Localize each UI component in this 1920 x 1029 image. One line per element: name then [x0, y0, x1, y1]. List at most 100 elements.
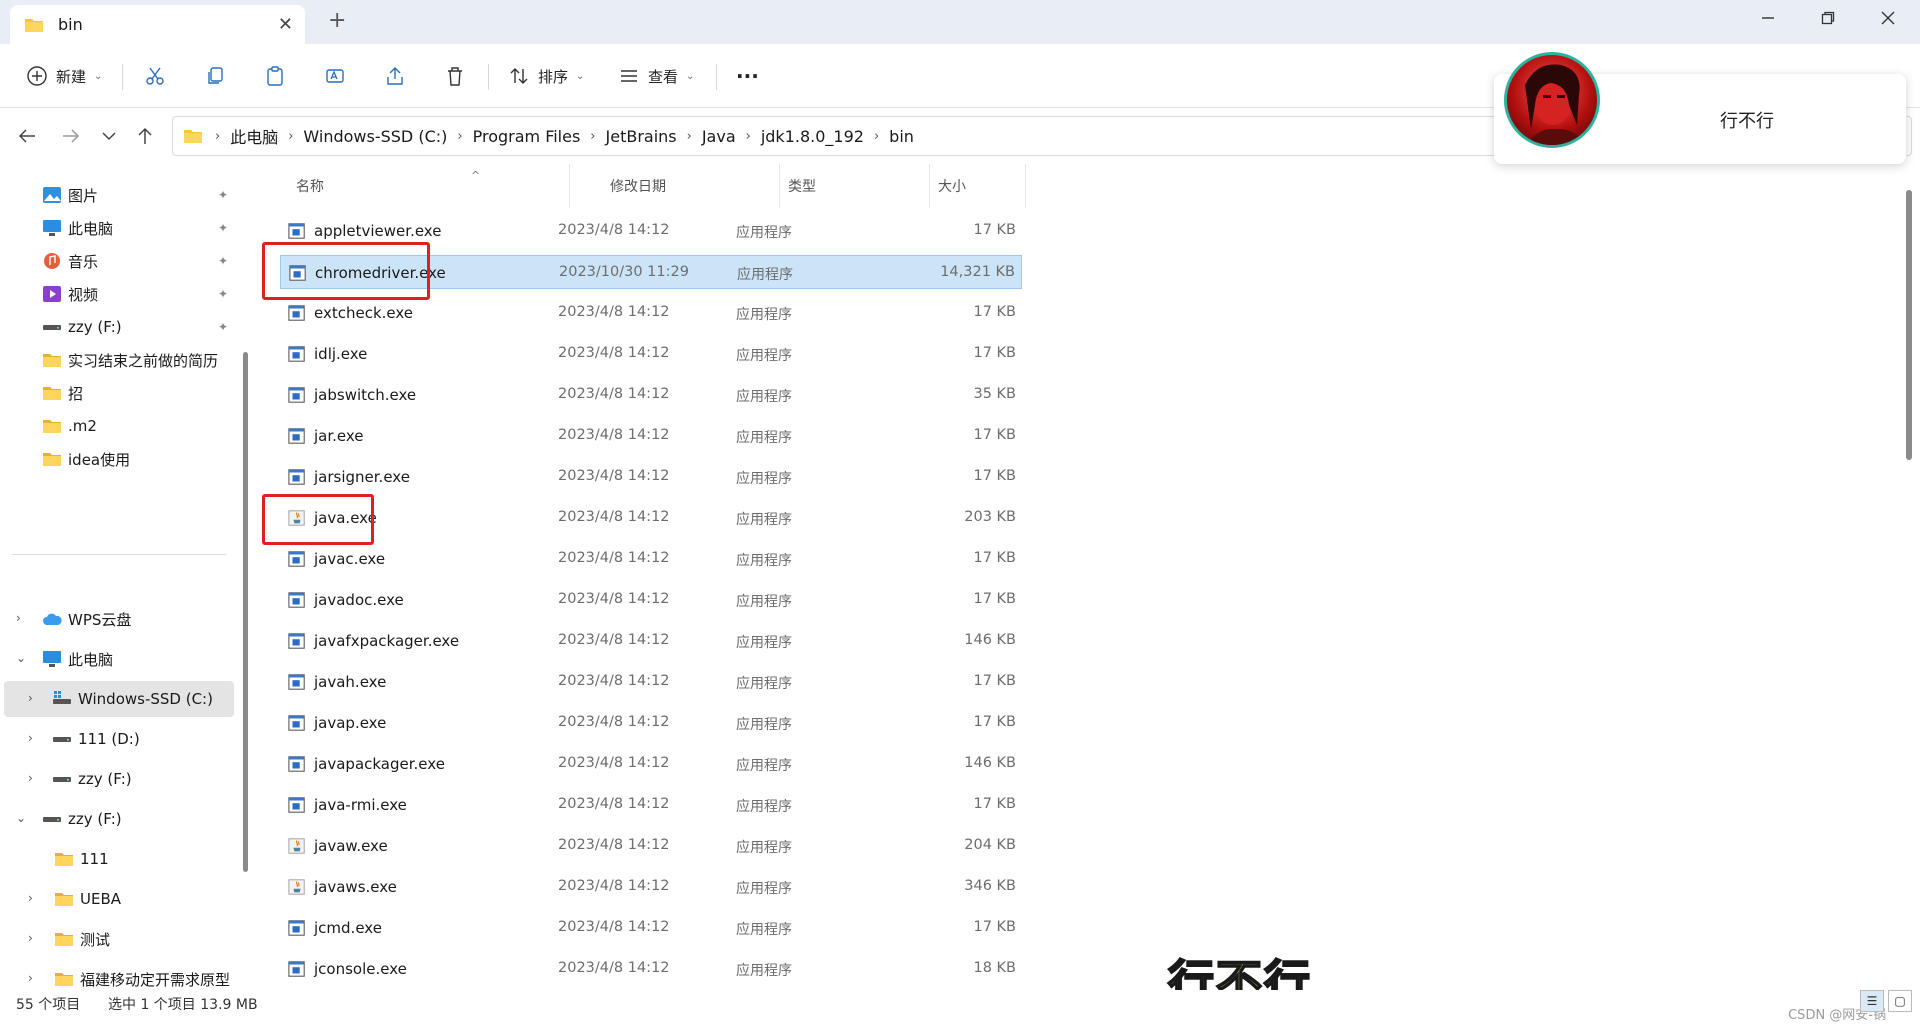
- sidebar-item-label: 招: [68, 384, 84, 403]
- notification-popup[interactable]: 行不行: [1494, 52, 1906, 164]
- cut-button[interactable]: [144, 60, 166, 92]
- chevron-right-icon[interactable]: ›: [28, 731, 33, 745]
- sidebar-quick-item[interactable]: 音乐 ✦: [0, 243, 236, 279]
- list-view-icon: [621, 70, 637, 82]
- breadcrumb-jetbrains[interactable]: JetBrains: [606, 127, 677, 146]
- up-button[interactable]: [130, 122, 160, 150]
- breadcrumb-jdk[interactable]: jdk1.8.0_192: [761, 127, 864, 146]
- table-row[interactable]: javac.exe 2023/4/8 14:12 应用程序 17 KB: [280, 542, 1022, 576]
- sidebar-divider: [12, 554, 226, 555]
- table-row[interactable]: javapackager.exe 2023/4/8 14:12 应用程序 146 KB: [280, 747, 1022, 781]
- table-row[interactable]: javafxpackager.exe 2023/4/8 14:12 应用程序 146 …: [280, 624, 1022, 658]
- breadcrumb-drive-c[interactable]: Windows-SSD (C:): [303, 127, 447, 146]
- file-date: 2023/4/8 14:12: [558, 960, 670, 976]
- breadcrumb-bin[interactable]: bin: [889, 127, 914, 146]
- sidebar-quick-item[interactable]: 此电脑 ✦: [0, 210, 236, 246]
- chevron-right-icon[interactable]: ›: [28, 931, 33, 945]
- item-count: 55 个项目: [16, 997, 81, 1013]
- sidebar-tree-item[interactable]: › 测试: [0, 921, 236, 957]
- paste-button[interactable]: [264, 60, 286, 92]
- restore-button[interactable]: [1800, 0, 1856, 36]
- sidebar-scrollbar[interactable]: [243, 352, 248, 872]
- close-tab-icon[interactable]: ✕: [278, 14, 293, 35]
- recent-locations-button[interactable]: [94, 122, 124, 150]
- table-row[interactable]: javadoc.exe 2023/4/8 14:12 应用程序 17 KB: [280, 583, 1022, 617]
- table-row[interactable]: extcheck.exe 2023/4/8 14:12 应用程序 17 KB: [280, 296, 1022, 330]
- chevron-down-icon[interactable]: ⌄: [16, 811, 26, 825]
- table-row[interactable]: chromedriver.exe 2023/10/30 11:29 应用程序 14,3…: [280, 255, 1022, 289]
- tiles-view-button[interactable]: ▢: [1888, 990, 1912, 1012]
- sidebar-tree-item[interactable]: ⌄ 此电脑: [0, 641, 236, 677]
- column-header-date[interactable]: 修改日期: [602, 164, 780, 208]
- chevron-right-icon[interactable]: ›: [28, 971, 33, 985]
- table-row[interactable]: jcmd.exe 2023/4/8 14:12 应用程序 17 KB: [280, 911, 1022, 945]
- sidebar-tree-item[interactable]: › 福建移动定开需求原型: [0, 961, 236, 990]
- sidebar-quick-item[interactable]: 视频 ✦: [0, 276, 236, 312]
- copy-button[interactable]: [204, 60, 226, 92]
- rename-button[interactable]: [324, 60, 346, 92]
- chevron-down-icon: ⌄: [576, 70, 585, 82]
- sidebar-quick-item[interactable]: .m2: [0, 408, 236, 444]
- breadcrumb-program-files[interactable]: Program Files: [473, 127, 581, 146]
- file-size: 17 KB: [973, 550, 1016, 566]
- chevron-right-icon[interactable]: ›: [28, 891, 33, 905]
- sidebar-quick-item[interactable]: 实习结束之前做的简历: [0, 342, 236, 378]
- table-row[interactable]: java.exe 2023/4/8 14:12 应用程序 203 KB: [280, 501, 1022, 535]
- table-row[interactable]: jar.exe 2023/4/8 14:12 应用程序 17 KB: [280, 419, 1022, 453]
- file-name: java-rmi.exe: [314, 796, 407, 814]
- forward-button[interactable]: [56, 122, 86, 150]
- table-row[interactable]: jarsigner.exe 2023/4/8 14:12 应用程序 17 KB: [280, 460, 1022, 494]
- file-type: 应用程序: [737, 267, 793, 283]
- sidebar-tree-item[interactable]: › 111 (D:): [0, 721, 236, 757]
- sidebar-tree-item[interactable]: 111: [0, 841, 236, 877]
- sort-button[interactable]: 排序 ⌄: [508, 60, 584, 92]
- new-button[interactable]: 新建 ⌄: [26, 60, 102, 92]
- column-header-name[interactable]: 名称 ^: [288, 164, 570, 208]
- chevron-right-icon: ›: [457, 128, 463, 144]
- breadcrumb-java[interactable]: Java: [702, 127, 736, 146]
- table-row[interactable]: javah.exe 2023/4/8 14:12 应用程序 17 KB: [280, 665, 1022, 699]
- sidebar-quick-item[interactable]: 招: [0, 375, 236, 411]
- sidebar-tree-item[interactable]: › UEBA: [0, 881, 236, 917]
- table-row[interactable]: javaw.exe 2023/4/8 14:12 应用程序 204 KB: [280, 829, 1022, 863]
- sidebar-tree-item[interactable]: › Windows-SSD (C:): [4, 681, 234, 717]
- table-row[interactable]: javap.exe 2023/4/8 14:12 应用程序 17 KB: [280, 706, 1022, 740]
- tab-bin[interactable]: bin ✕: [10, 5, 305, 44]
- column-header-type[interactable]: 类型: [780, 164, 930, 208]
- chevron-right-icon[interactable]: ›: [16, 611, 21, 625]
- new-tab-button[interactable]: +: [328, 8, 346, 33]
- sidebar-item-label: Windows-SSD (C:): [78, 690, 213, 708]
- chevron-right-icon[interactable]: ›: [28, 691, 33, 705]
- file-list-scrollbar[interactable]: [1906, 190, 1912, 460]
- table-row[interactable]: appletviewer.exe 2023/4/8 14:12 应用程序 17 KB: [280, 214, 1022, 248]
- file-name: javaws.exe: [314, 878, 397, 896]
- sidebar-tree-item[interactable]: › WPS云盘: [0, 601, 236, 637]
- share-button[interactable]: [384, 60, 406, 92]
- view-button[interactable]: 查看 ⌄: [618, 60, 694, 92]
- sidebar-quick-item[interactable]: zzy (F:) ✦: [0, 309, 236, 345]
- chevron-down-icon[interactable]: ⌄: [16, 651, 26, 665]
- pin-icon: ✦: [218, 254, 229, 268]
- table-row[interactable]: idlj.exe 2023/4/8 14:12 应用程序 17 KB: [280, 337, 1022, 371]
- details-view-button[interactable]: ☰: [1860, 990, 1884, 1012]
- sidebar-quick-item[interactable]: 图片 ✦: [0, 177, 236, 213]
- table-row[interactable]: javaws.exe 2023/4/8 14:12 应用程序 346 KB: [280, 870, 1022, 904]
- file-date: 2023/4/8 14:12: [558, 837, 670, 853]
- delete-button[interactable]: [444, 60, 466, 92]
- sidebar-tree-item[interactable]: › zzy (F:): [0, 761, 236, 797]
- chevron-right-icon[interactable]: ›: [28, 771, 33, 785]
- file-name: javaw.exe: [314, 837, 388, 855]
- column-header-size[interactable]: 大小: [930, 164, 1026, 208]
- breadcrumb-this-pc[interactable]: 此电脑: [230, 124, 278, 148]
- table-row[interactable]: jabswitch.exe 2023/4/8 14:12 应用程序 35 KB: [280, 378, 1022, 412]
- sidebar-tree-item[interactable]: ⌄ zzy (F:): [0, 801, 236, 837]
- minimize-button[interactable]: [1740, 0, 1796, 36]
- sidebar-item-label: 此电脑: [68, 219, 114, 238]
- file-name: javapackager.exe: [314, 755, 445, 773]
- back-button[interactable]: [12, 122, 42, 150]
- sidebar-quick-item[interactable]: idea使用: [0, 441, 236, 477]
- more-options-button[interactable]: ···: [736, 60, 759, 92]
- table-row[interactable]: jconsole.exe 2023/4/8 14:12 应用程序 18 KB: [280, 952, 1022, 986]
- table-row[interactable]: java-rmi.exe 2023/4/8 14:12 应用程序 17 KB: [280, 788, 1022, 822]
- close-window-button[interactable]: [1860, 0, 1916, 36]
